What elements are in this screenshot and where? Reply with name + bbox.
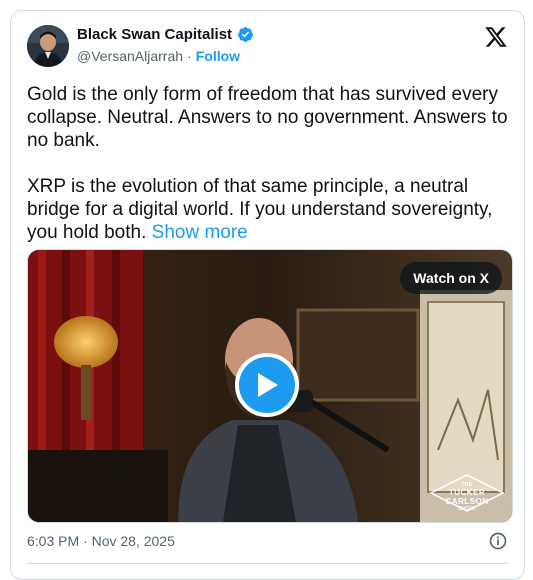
watch-on-x-button[interactable]: Watch on X xyxy=(400,262,502,294)
author-handle-row: @VersanAljarrah · Follow xyxy=(77,48,240,64)
author-handle[interactable]: @VersanAljarrah xyxy=(77,48,183,64)
video-player[interactable]: Watch on X THE TUCKER CARLSON SHOW xyxy=(27,249,513,523)
avatar-image xyxy=(27,25,69,67)
info-icon[interactable] xyxy=(488,531,508,551)
post-card: Black Swan Capitalist @VersanAljarrah · … xyxy=(10,10,525,580)
play-button[interactable] xyxy=(235,353,299,417)
post-body: Gold is the only form of freedom that ha… xyxy=(27,84,508,243)
follow-button[interactable]: Follow xyxy=(196,48,240,64)
post-timestamp[interactable]: 6:03 PM · Nov 28, 2025 xyxy=(27,533,175,549)
separator-dot: · xyxy=(187,48,192,64)
verified-badge-icon xyxy=(238,27,253,42)
author-name-row: Black Swan Capitalist xyxy=(77,26,254,43)
play-icon xyxy=(258,373,278,397)
author-display-name[interactable]: Black Swan Capitalist xyxy=(77,26,232,43)
show-more-link[interactable]: Show more xyxy=(152,222,248,243)
show-logo-line: TUCKER xyxy=(448,488,486,497)
x-logo-icon[interactable] xyxy=(484,25,508,49)
show-logo-text: THE TUCKER CARLSON SHOW xyxy=(430,482,504,512)
show-logo-line: CARLSON xyxy=(445,497,489,506)
footer-divider xyxy=(27,563,508,564)
avatar[interactable] xyxy=(27,25,69,67)
show-logo-line: SHOW xyxy=(458,506,476,512)
post-text: Gold is the only form of freedom that ha… xyxy=(27,83,512,244)
